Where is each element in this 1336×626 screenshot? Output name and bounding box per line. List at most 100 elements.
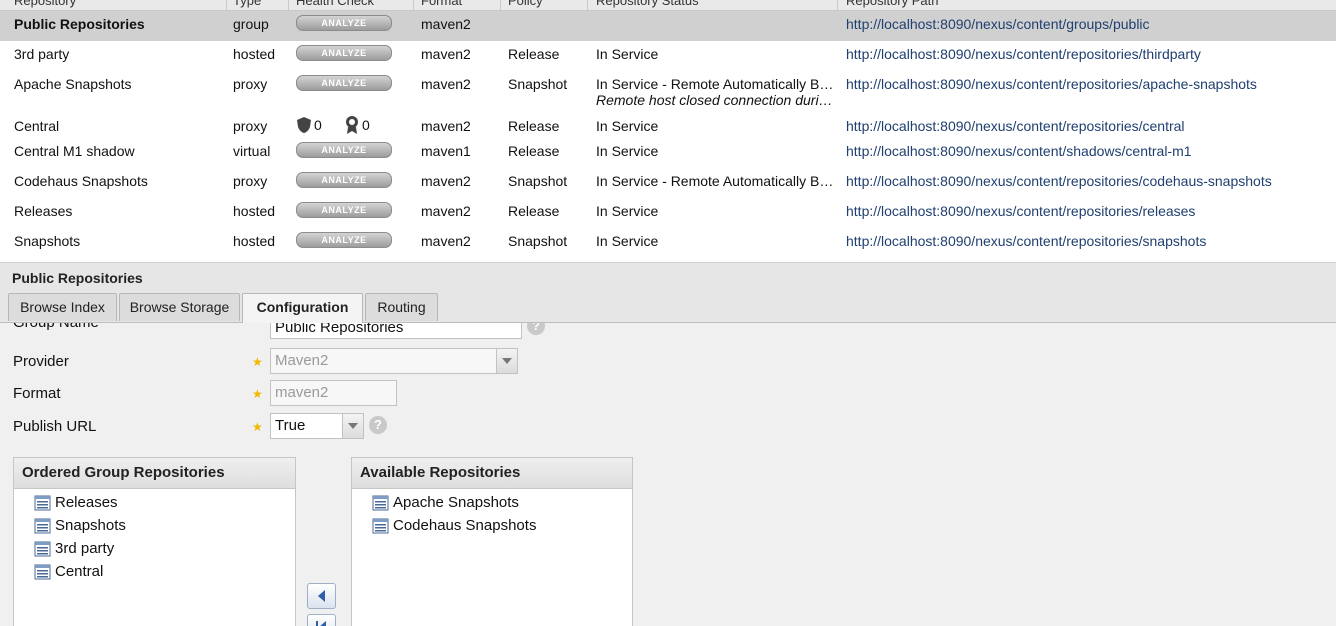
repository-name: Central M1 shadow <box>14 143 135 159</box>
analyze-button[interactable]: ANALYZE <box>296 202 392 218</box>
table-row[interactable]: Public Repositories group ANALYZE maven2 htt… <box>0 11 1336 42</box>
list-item-label: Central <box>55 562 104 580</box>
repository-name: Public Repositories <box>14 16 145 32</box>
tab-browse-index[interactable]: Browse Index <box>8 293 117 321</box>
column-header-type[interactable]: Type <box>233 0 261 8</box>
repository-policy: Release <box>508 118 560 134</box>
tab-configuration[interactable]: Configuration <box>242 293 363 323</box>
repository-path-link[interactable]: http://localhost:8090/nexus/content/repo… <box>846 118 1185 134</box>
table-row[interactable]: Central proxy 0 0 maven2 Release In Service htt… <box>0 113 1336 139</box>
health-check-cell: ANALYZE <box>296 140 392 158</box>
repository-status-text: In Service <box>596 203 659 219</box>
repository-format: maven2 <box>421 46 471 62</box>
column-header-health-check[interactable]: Health Check <box>296 0 374 8</box>
tab-browse-storage[interactable]: Browse Storage <box>119 293 240 321</box>
health-check-cell: 00 <box>296 115 370 135</box>
repository-status-text: In Service <box>596 118 659 134</box>
repository-format: maven2 <box>421 16 471 32</box>
repository-name: Releases <box>14 203 73 219</box>
analyze-button[interactable]: ANALYZE <box>296 45 392 61</box>
publish-url-select[interactable]: True <box>270 413 364 439</box>
repository-policy: Snapshot <box>508 233 568 249</box>
group-name-label: Group Name <box>13 323 99 331</box>
repository-type: hosted <box>233 46 276 62</box>
ordered-group-repositories-box: Ordered Group Repositories Releases Snaps… <box>13 457 296 626</box>
license-icon <box>346 116 358 134</box>
health-check-cell: ANALYZE <box>296 170 392 188</box>
repository-format: maven2 <box>421 118 471 134</box>
tab-routing[interactable]: Routing <box>365 293 438 321</box>
repository-policy: Release <box>508 203 560 219</box>
repository-path-link[interactable]: http://localhost:8090/nexus/content/repo… <box>846 203 1195 219</box>
health-check-cell: ANALYZE <box>296 200 392 218</box>
repository-status: In Service <box>596 233 836 249</box>
list-item[interactable]: 3rd party <box>34 537 295 560</box>
list-item-label: Snapshots <box>55 516 126 534</box>
license-count: 0 <box>362 117 370 133</box>
repository-status: In Service <box>596 143 836 159</box>
repository-type: proxy <box>233 118 268 134</box>
repository-status: In Service <box>596 46 836 62</box>
repository-format: maven2 <box>421 173 471 189</box>
help-icon[interactable]: ? <box>369 416 387 434</box>
table-row[interactable]: Snapshots hosted ANALYZE maven2 Snapshot In S… <box>0 228 1336 255</box>
repository-status: In Service <box>596 118 836 134</box>
shield-icon <box>297 117 311 133</box>
column-header-format[interactable]: Format <box>421 0 462 8</box>
available-repositories-box: Available Repositories Apache Snapshots C… <box>351 457 633 626</box>
table-row[interactable]: Releases hosted ANALYZE maven2 Release In Ser… <box>0 198 1336 229</box>
repository-format: maven1 <box>421 143 471 159</box>
health-badges[interactable]: 00 <box>296 115 370 135</box>
health-check-cell: ANALYZE <box>296 43 392 61</box>
repository-path-link[interactable]: http://localhost:8090/nexus/content/repo… <box>846 46 1201 62</box>
list-item-label: Apache Snapshots <box>393 493 519 511</box>
repository-icon <box>372 518 389 533</box>
analyze-button[interactable]: ANALYZE <box>296 15 392 31</box>
list-item[interactable]: Apache Snapshots <box>372 491 632 514</box>
repository-path-link[interactable]: http://localhost:8090/nexus/content/grou… <box>846 16 1150 32</box>
repository-icon <box>34 564 51 579</box>
repository-status-detail: Remote host closed connection during han… <box>596 92 836 108</box>
required-star-icon: ★ <box>252 355 263 369</box>
column-header-policy[interactable]: Policy <box>508 0 543 8</box>
table-row[interactable]: 3rd party hosted ANALYZE maven2 Release In Se… <box>0 41 1336 72</box>
column-header-repository-path[interactable]: Repository Path <box>846 0 939 8</box>
format-field[interactable]: maven2 <box>270 380 397 406</box>
repository-path-link[interactable]: http://localhost:8090/nexus/content/shad… <box>846 143 1192 159</box>
column-header-repository[interactable]: Repository <box>14 0 76 8</box>
column-header-repository-status[interactable]: Repository Status <box>596 0 699 8</box>
available-repositories-list: Apache Snapshots Codehaus Snapshots <box>352 489 632 537</box>
ordered-group-list: Releases Snapshots 3rd party Central <box>14 489 295 583</box>
analyze-button[interactable]: ANALYZE <box>296 142 392 158</box>
list-item[interactable]: Releases <box>34 491 295 514</box>
table-row[interactable]: Codehaus Snapshots proxy ANALYZE maven2 Snap… <box>0 168 1336 199</box>
repository-policy: Snapshot <box>508 173 568 189</box>
repository-path-link[interactable]: http://localhost:8090/nexus/content/repo… <box>846 76 1257 92</box>
move-left-button[interactable] <box>307 583 336 609</box>
analyze-button[interactable]: ANALYZE <box>296 75 392 91</box>
detail-panel-title: Public Repositories <box>12 270 143 286</box>
analyze-button[interactable]: ANALYZE <box>296 172 392 188</box>
repository-type: proxy <box>233 173 268 189</box>
health-check-cell: ANALYZE <box>296 230 392 248</box>
move-all-left-button[interactable] <box>307 614 336 626</box>
help-icon[interactable]: ? <box>527 323 545 335</box>
analyze-button[interactable]: ANALYZE <box>296 232 392 248</box>
list-item[interactable]: Codehaus Snapshots <box>372 514 632 537</box>
repository-type: virtual <box>233 143 271 159</box>
repository-type: hosted <box>233 233 276 249</box>
repository-path-link[interactable]: http://localhost:8090/nexus/content/repo… <box>846 233 1206 249</box>
table-row[interactable]: Apache Snapshots proxy ANALYZE maven2 Snapsh… <box>0 71 1336 114</box>
chevron-down-icon[interactable] <box>342 414 363 438</box>
repository-path-link[interactable]: http://localhost:8090/nexus/content/repo… <box>846 173 1272 189</box>
group-name-field[interactable]: Public Repositories <box>270 323 522 339</box>
health-check-cell: ANALYZE <box>296 73 392 91</box>
chevron-down-icon[interactable] <box>496 349 517 373</box>
arrow-left-icon <box>318 590 325 602</box>
table-row[interactable]: Central M1 shadow virtual ANALYZE maven1 Rel… <box>0 138 1336 169</box>
configuration-form: Group Name Public Repositories ? Provide… <box>0 323 1336 626</box>
repository-status-text: In Service - Remote Automatically Blocke… <box>596 76 836 92</box>
list-item[interactable]: Snapshots <box>34 514 295 537</box>
provider-select[interactable]: Maven2 <box>270 348 518 374</box>
list-item[interactable]: Central <box>34 560 295 583</box>
